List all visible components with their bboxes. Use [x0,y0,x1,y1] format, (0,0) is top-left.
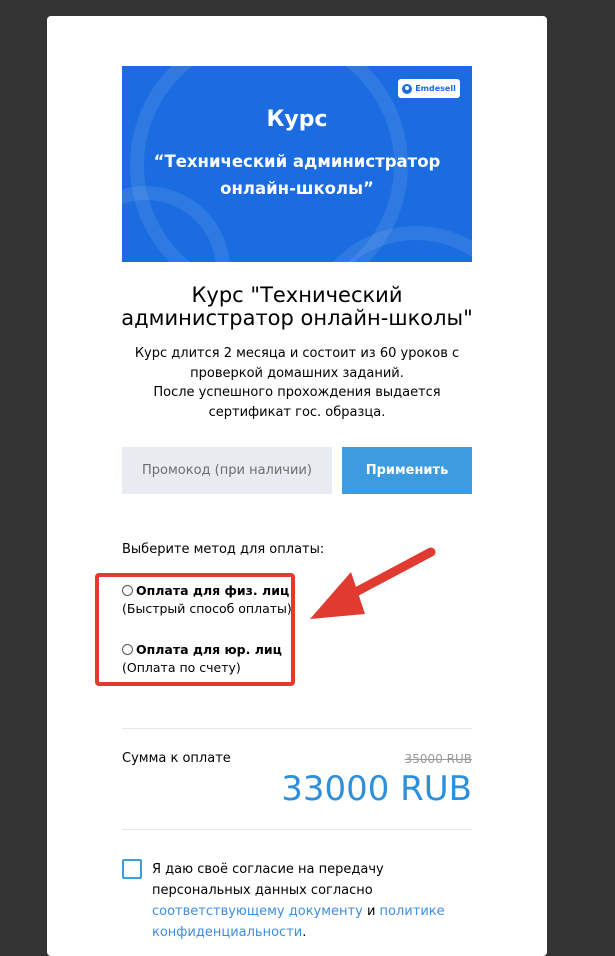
apply-promo-button[interactable]: Применить [342,447,472,494]
consent-text-part: и [362,904,380,919]
banner-subtitle: “Технический администратор онлайн-школы” [142,148,452,202]
brand-logo: Emdesell [398,79,460,98]
promo-code-input[interactable] [122,447,332,494]
description-line: проверкой домашних заданий. [190,365,404,381]
brand-name: Emdesell [415,84,456,93]
total-price: 33000 RUB [281,769,472,809]
course-title: Курс "Технический администратор онлайн-ш… [121,283,473,330]
order-card: Emdesell Курс “Технический администратор… [47,16,547,956]
consent-text-part: Я даю своё согласие на передачу персонал… [152,862,384,898]
total-label: Сумма к оплате [122,751,231,766]
option-note: (Быстрый способ оплаты) [122,601,292,616]
option-label: Оплата для юр. лиц [136,641,282,657]
arrow-annotation-icon [310,547,436,619]
description-line: сертификат гос. образца. [208,404,386,420]
divider [122,829,472,830]
document-link[interactable]: соответствующему документу [152,904,363,919]
old-price: 35000 RUB [404,752,472,766]
course-description: Курс длится 2 месяца и состоит из 60 уро… [117,344,477,422]
payment-method-label: Выберите метод для оплаты: [122,542,325,557]
course-banner: Emdesell Курс “Технический администратор… [122,66,472,262]
description-line: Курс длится 2 месяца и состоит из 60 уро… [134,346,460,361]
payment-option-individual[interactable]: Оплата для физ. лиц (Быстрый способ опла… [122,580,292,616]
brand-icon [402,83,413,94]
description-line: После успешного прохождения выдается [153,385,441,400]
option-note: (Оплата по счету) [122,660,241,675]
consent-text: Я даю своё согласие на передачу персонал… [152,859,477,943]
banner-title: Курс [266,107,328,132]
consent-text-part: . [302,925,307,940]
divider [122,728,472,729]
consent-checkbox[interactable] [122,859,142,879]
radio-company[interactable] [122,643,133,655]
banner-subtitle-line: онлайн-школы” [220,179,374,198]
banner-subtitle-line: “Технический администратор [153,152,441,171]
payment-option-company[interactable]: Оплата для юр. лиц (Оплата по счету) [122,639,282,675]
option-label: Оплата для физ. лиц [136,582,290,598]
radio-individual[interactable] [122,584,133,596]
